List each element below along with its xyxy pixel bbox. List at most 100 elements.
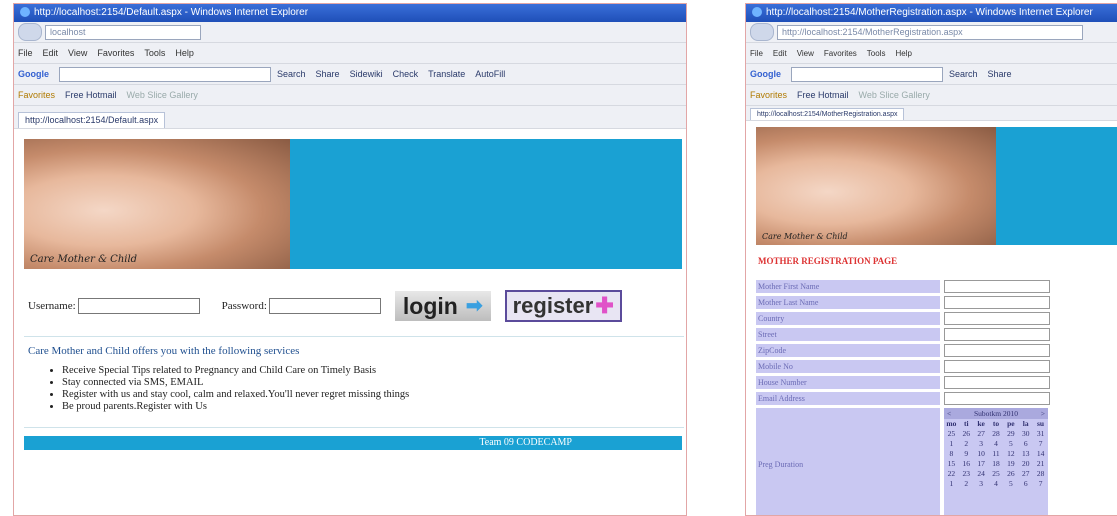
banner-fill — [290, 139, 682, 269]
mobile-no-input[interactable] — [944, 360, 1050, 373]
toolbar-share[interactable]: Share — [316, 69, 340, 79]
calendar-day[interactable]: 1 — [944, 439, 959, 449]
calendar-day[interactable]: 26 — [1003, 469, 1018, 479]
email-address-input[interactable] — [944, 392, 1050, 405]
back-button[interactable] — [750, 23, 774, 41]
calendar-day[interactable]: 2 — [959, 479, 974, 489]
menu-help[interactable]: Help — [895, 49, 911, 58]
menu-help[interactable]: Help — [175, 48, 194, 58]
calendar-next[interactable]: > — [1041, 409, 1045, 418]
street-input[interactable] — [944, 328, 1050, 341]
toolbar-sidewiki[interactable]: Sidewiki — [350, 69, 383, 79]
calendar-day[interactable]: 27 — [1018, 469, 1033, 479]
login-button[interactable]: login ➡ — [394, 291, 491, 321]
calendar-day[interactable]: 18 — [989, 459, 1004, 469]
toolbar-search[interactable]: Search — [277, 69, 306, 79]
favorite-link-webslice[interactable]: Web Slice Gallery — [127, 90, 198, 100]
service-item: Stay connected via SMS, EMAIL — [62, 377, 686, 389]
calendar-day[interactable]: 24 — [974, 469, 989, 479]
calendar-day[interactable]: 7 — [1033, 479, 1048, 489]
calendar-dow: la — [1022, 419, 1029, 428]
calendar-day[interactable]: 31 — [1033, 429, 1048, 439]
username-input[interactable] — [77, 298, 200, 314]
calendar-day[interactable]: 29 — [1003, 429, 1018, 439]
country-input[interactable] — [944, 312, 1050, 325]
calendar-day[interactable]: 20 — [1018, 459, 1033, 469]
menu-edit[interactable]: Edit — [773, 49, 787, 58]
menu-view[interactable]: View — [68, 48, 87, 58]
back-button[interactable] — [18, 23, 42, 41]
form-row: Street — [756, 328, 1054, 341]
favorite-link-webslice[interactable]: Web Slice Gallery — [859, 90, 930, 100]
field-label: House Number — [756, 376, 940, 389]
menu-file[interactable]: File — [750, 49, 763, 58]
calendar-day[interactable]: 28 — [989, 429, 1004, 439]
calendar-day[interactable]: 8 — [944, 449, 959, 459]
calendar-day[interactable]: 5 — [1003, 479, 1018, 489]
tab-default[interactable]: http://localhost:2154/Default.aspx — [18, 112, 166, 128]
menu-tools[interactable]: Tools — [867, 49, 886, 58]
favorites-button[interactable]: Favorites — [18, 90, 55, 100]
favorites-button[interactable]: Favorites — [750, 90, 787, 100]
calendar-day[interactable]: 25 — [989, 469, 1004, 479]
toolbar-autofill[interactable]: AutoFill — [475, 69, 505, 79]
register-button[interactable]: register ✚ — [504, 290, 622, 322]
zipcode-input[interactable] — [944, 344, 1050, 357]
calendar-day[interactable]: 15 — [944, 459, 959, 469]
calendar-day[interactable]: 12 — [1003, 449, 1018, 459]
calendar-day[interactable]: 28 — [1033, 469, 1048, 479]
calendar-day[interactable]: 1 — [944, 479, 959, 489]
calendar-day[interactable]: 23 — [959, 469, 974, 479]
calendar-day[interactable]: 3 — [974, 439, 989, 449]
calendar-day[interactable]: 3 — [974, 479, 989, 489]
calendar-day[interactable]: 25 — [944, 429, 959, 439]
house-number-input[interactable] — [944, 376, 1050, 389]
calendar-day[interactable]: 6 — [1018, 439, 1033, 449]
footer-text: Team 09 CODECAMP — [479, 437, 572, 448]
mother-first-name-input[interactable] — [944, 280, 1050, 293]
calendar-day[interactable]: 14 — [1033, 449, 1048, 459]
calendar-day[interactable]: 19 — [1003, 459, 1018, 469]
calendar-day[interactable]: 17 — [974, 459, 989, 469]
google-search-input[interactable] — [59, 66, 271, 82]
password-input[interactable] — [268, 298, 381, 314]
calendar-day[interactable]: 4 — [989, 479, 1004, 489]
address-bar[interactable]: http://localhost:2154/MotherRegistration… — [777, 24, 1083, 40]
calendar-day[interactable]: 2 — [959, 439, 974, 449]
favorite-link-hotmail[interactable]: Free Hotmail — [797, 90, 849, 100]
menu-favorites[interactable]: Favorites — [97, 48, 134, 58]
calendar-day[interactable]: 30 — [1018, 429, 1033, 439]
calendar-prev[interactable]: < — [947, 409, 951, 418]
calendar-day[interactable]: 27 — [974, 429, 989, 439]
calendar-day[interactable]: 9 — [959, 449, 974, 459]
menu-view[interactable]: View — [797, 49, 814, 58]
menu-favorites[interactable]: Favorites — [824, 49, 857, 58]
address-row: localhost — [14, 22, 686, 43]
calendar-day[interactable]: 26 — [959, 429, 974, 439]
toolbar-check[interactable]: Check — [393, 69, 419, 79]
tab-registration[interactable]: http://localhost:2154/MotherRegistration… — [750, 108, 905, 120]
menu-edit[interactable]: Edit — [43, 48, 59, 58]
calendar-day[interactable]: 16 — [959, 459, 974, 469]
menu-tools[interactable]: Tools — [144, 48, 165, 58]
google-search-input[interactable] — [791, 66, 943, 82]
menu-file[interactable]: File — [18, 48, 33, 58]
toolbar-share[interactable]: Share — [988, 69, 1012, 79]
calendar-day[interactable]: 4 — [989, 439, 1004, 449]
calendar-day[interactable]: 11 — [989, 449, 1004, 459]
calendar-day[interactable]: 10 — [974, 449, 989, 459]
calendar-day[interactable]: 6 — [1018, 479, 1033, 489]
favorite-link-hotmail[interactable]: Free Hotmail — [65, 90, 117, 100]
calendar-day[interactable]: 13 — [1018, 449, 1033, 459]
toolbar-translate[interactable]: Translate — [428, 69, 465, 79]
calendar-day[interactable]: 21 — [1033, 459, 1048, 469]
calendar-day[interactable]: 5 — [1003, 439, 1018, 449]
tab-row: http://localhost:2154/MotherRegistration… — [746, 106, 1117, 121]
favorites-bar: Favorites Free Hotmail Web Slice Gallery — [14, 85, 686, 106]
address-bar[interactable]: localhost — [45, 24, 201, 40]
calendar-day[interactable]: 22 — [944, 469, 959, 479]
mother-last-name-input[interactable] — [944, 296, 1050, 309]
menu-bar: File Edit View Favorites Tools Help — [14, 43, 686, 64]
toolbar-search[interactable]: Search — [949, 69, 978, 79]
calendar-day[interactable]: 7 — [1033, 439, 1048, 449]
